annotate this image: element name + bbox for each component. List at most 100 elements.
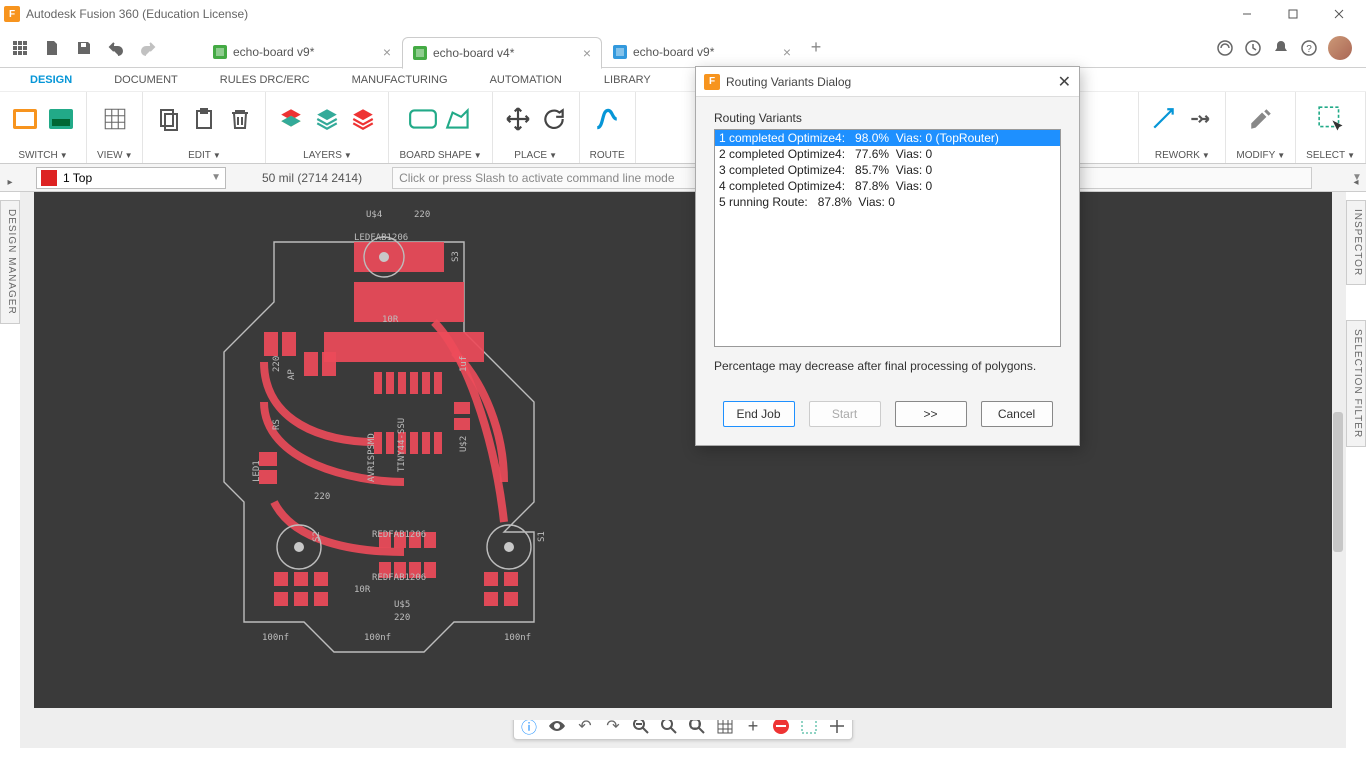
menu-rules[interactable]: RULES DRC/ERC xyxy=(220,74,310,86)
workspace-menu: DESIGN DOCUMENT RULES DRC/ERC MANUFACTUR… xyxy=(0,68,1366,92)
select-icon[interactable] xyxy=(1316,104,1346,134)
cancel-button[interactable]: Cancel xyxy=(981,401,1053,427)
tab-label: echo-board v4* xyxy=(433,46,514,60)
menu-design[interactable]: DESIGN xyxy=(30,74,72,86)
dialog-app-icon: F xyxy=(704,74,720,90)
tab-close-icon[interactable]: × xyxy=(783,44,791,60)
svg-text:100nf: 100nf xyxy=(504,633,531,643)
next-button[interactable]: >> xyxy=(895,401,967,427)
inspector-tab[interactable]: INSPECTOR xyxy=(1346,200,1366,285)
switch-3d-icon[interactable] xyxy=(46,104,76,134)
window-close-button[interactable] xyxy=(1316,0,1362,28)
grid-icon[interactable] xyxy=(100,104,130,134)
menu-manufacturing[interactable]: MANUFACTURING xyxy=(352,74,448,86)
job-status-icon[interactable] xyxy=(1244,39,1262,57)
dialog-close-button[interactable]: ✕ xyxy=(1058,72,1071,92)
switch-schematic-icon[interactable] xyxy=(10,104,40,134)
svg-text:U$4: U$4 xyxy=(366,210,382,220)
svg-text:U$5: U$5 xyxy=(394,600,410,610)
caret-down-icon[interactable]: ▼ xyxy=(549,151,557,160)
board-outline-icon[interactable] xyxy=(408,104,438,134)
help-icon[interactable]: ? xyxy=(1300,39,1318,57)
ribbon-group-label: BOARD SHAPE xyxy=(399,150,471,161)
svg-text:RS: RS xyxy=(272,419,282,430)
caret-down-icon[interactable]: ▼ xyxy=(60,151,68,160)
ribbon-group-label: REWORK xyxy=(1155,150,1200,161)
ribbon-group-label: SELECT xyxy=(1306,150,1345,161)
move-icon[interactable] xyxy=(503,104,533,134)
svg-text:S3: S3 xyxy=(451,251,461,262)
pcb-canvas[interactable]: .cu{fill:#ed4b5a;opacity:.92} .cus{strok… xyxy=(34,192,1332,708)
document-tab[interactable]: echo-board v9* × xyxy=(202,36,402,68)
reroute-icon[interactable] xyxy=(1185,104,1215,134)
undo-button[interactable] xyxy=(102,34,130,62)
layer-colors-icon[interactable] xyxy=(348,104,378,134)
new-file-button[interactable] xyxy=(38,34,66,62)
redo-button[interactable] xyxy=(134,34,162,62)
copy-icon[interactable] xyxy=(153,104,183,134)
ripup-icon[interactable] xyxy=(1149,104,1179,134)
tab-label: echo-board v9* xyxy=(633,45,714,59)
caret-down-icon[interactable]: ▼ xyxy=(1347,151,1355,160)
layer-stack-icon[interactable] xyxy=(312,104,342,134)
variant-row[interactable]: 1 completed Optimize4: 98.0% Vias: 0 (To… xyxy=(715,130,1060,146)
layer-name: 1 Top xyxy=(63,171,92,185)
app-menu-button[interactable] xyxy=(6,34,34,62)
selection-filter-tab[interactable]: SELECTION FILTER xyxy=(1346,320,1366,447)
design-manager-tab[interactable]: DESIGN MANAGER xyxy=(0,200,20,324)
svg-text:LED1: LED1 xyxy=(252,460,262,482)
svg-text:220: 220 xyxy=(314,492,330,502)
variant-row[interactable]: 2 completed Optimize4: 77.6% Vias: 0 xyxy=(715,146,1060,162)
tab-close-icon[interactable]: × xyxy=(383,44,391,60)
caret-down-icon[interactable]: ▼ xyxy=(1202,151,1210,160)
layer-selector[interactable]: 1 Top ▼ xyxy=(36,167,226,189)
svg-text:1uf: 1uf xyxy=(459,356,469,372)
rotate-icon[interactable] xyxy=(539,104,569,134)
dialog-note: Percentage may decrease after final proc… xyxy=(714,359,1061,373)
app-icon: F xyxy=(4,6,20,22)
svg-text:REDFAB1206: REDFAB1206 xyxy=(372,530,426,540)
ribbon-group-label: VIEW xyxy=(97,150,123,161)
svg-text:AP: AP xyxy=(287,369,297,380)
modify-icon[interactable] xyxy=(1246,104,1276,134)
menu-document[interactable]: DOCUMENT xyxy=(114,74,178,86)
horizontal-scrollbar[interactable] xyxy=(34,708,1332,720)
notifications-icon[interactable] xyxy=(1272,39,1290,57)
window-maximize-button[interactable] xyxy=(1270,0,1316,28)
caret-down-icon[interactable]: ▼ xyxy=(1277,151,1285,160)
route-icon[interactable] xyxy=(592,104,622,134)
window-minimize-button[interactable] xyxy=(1224,0,1270,28)
svg-text:100nf: 100nf xyxy=(262,633,289,643)
scrollbar-thumb[interactable] xyxy=(1333,412,1343,552)
svg-text:10R: 10R xyxy=(382,315,399,325)
document-tab[interactable]: echo-board v9* × xyxy=(602,36,802,68)
document-tab[interactable]: echo-board v4* × xyxy=(402,37,602,69)
new-tab-button[interactable]: + xyxy=(802,34,830,62)
caret-down-icon[interactable]: ▼ xyxy=(344,151,352,160)
panel-expand-left-icon[interactable]: ▸ xyxy=(3,175,17,189)
end-job-button[interactable]: End Job xyxy=(723,401,795,427)
variant-row[interactable]: 5 running Route: 87.8% Vias: 0 xyxy=(715,194,1060,210)
layer-color-swatch xyxy=(41,170,57,186)
caret-down-icon[interactable]: ▼ xyxy=(125,151,133,160)
panel-expand-right-icon[interactable]: ◂ xyxy=(1349,175,1363,189)
paste-icon[interactable] xyxy=(189,104,219,134)
save-button[interactable] xyxy=(70,34,98,62)
routing-variants-list[interactable]: 1 completed Optimize4: 98.0% Vias: 0 (To… xyxy=(714,129,1061,347)
variant-row[interactable]: 4 completed Optimize4: 87.8% Vias: 0 xyxy=(715,178,1060,194)
extensions-icon[interactable] xyxy=(1216,39,1234,57)
menu-library[interactable]: LIBRARY xyxy=(604,74,651,86)
caret-down-icon[interactable]: ▼ xyxy=(213,151,221,160)
vertical-scrollbar[interactable] xyxy=(1332,192,1344,708)
menu-automation[interactable]: AUTOMATION xyxy=(490,74,562,86)
svg-text:TINY44-SSU: TINY44-SSU xyxy=(397,418,407,472)
caret-down-icon[interactable]: ▼ xyxy=(474,151,482,160)
delete-icon[interactable] xyxy=(225,104,255,134)
ribbon-group-label: LAYERS xyxy=(303,150,342,161)
board-polygon-icon[interactable] xyxy=(444,104,474,134)
variant-row[interactable]: 3 completed Optimize4: 85.7% Vias: 0 xyxy=(715,162,1060,178)
svg-text:LEDFAB1206: LEDFAB1206 xyxy=(354,233,408,243)
user-avatar[interactable] xyxy=(1328,36,1352,60)
tab-close-icon[interactable]: × xyxy=(583,45,591,61)
layers-icon[interactable] xyxy=(276,104,306,134)
